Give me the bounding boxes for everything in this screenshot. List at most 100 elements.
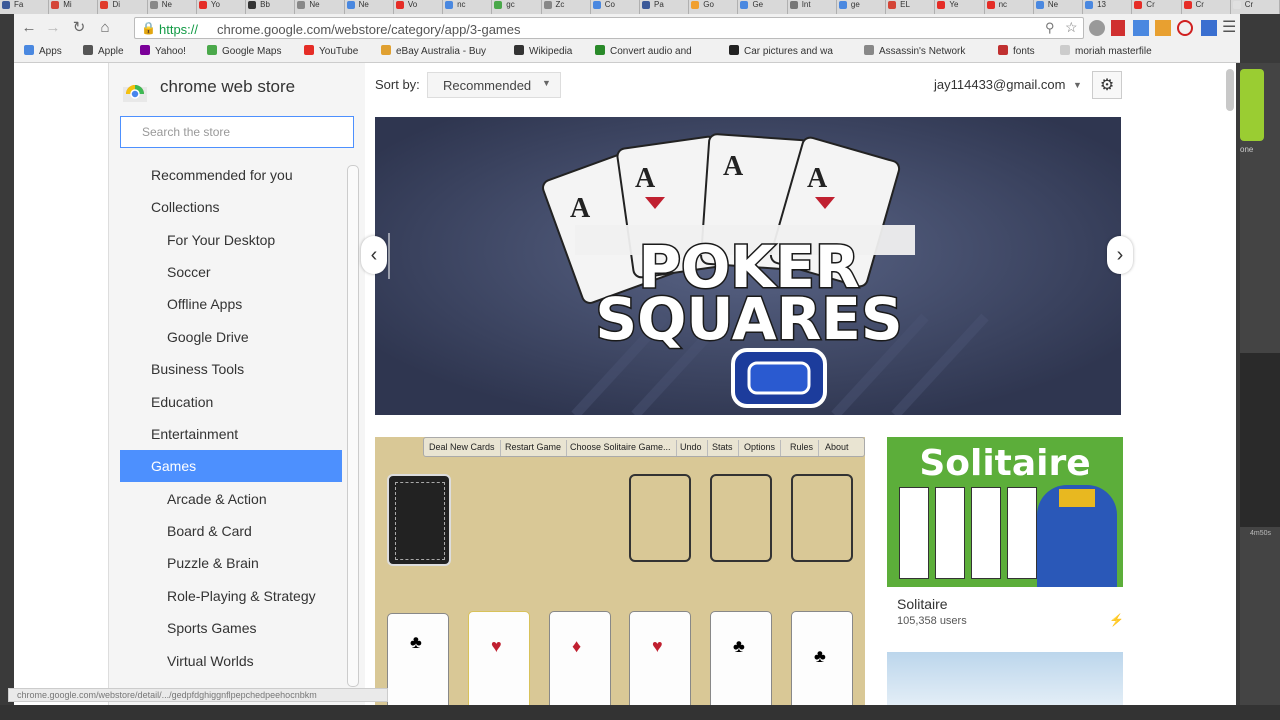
bookmark-item[interactable]: Yahoo! (140, 45, 186, 57)
app-tile-solitaire-game[interactable]: Deal New Cards Restart Game Choose Solit… (375, 437, 865, 705)
solitaire-toolbar-button[interactable]: Stats (707, 440, 739, 456)
browser-tab[interactable]: Ye (935, 0, 985, 14)
playing-card: ♥ (468, 611, 530, 705)
browser-tab[interactable]: Di (98, 0, 148, 14)
tab-label: Ge (752, 0, 764, 9)
back-icon[interactable]: ← (20, 19, 38, 37)
browser-tab[interactable]: Yo (196, 0, 247, 14)
browser-tab[interactable]: Vo (393, 0, 444, 14)
bookmark-item[interactable]: YouTube (304, 45, 358, 57)
browser-tab[interactable]: Ge (738, 0, 788, 14)
reload-icon[interactable]: ↻ (70, 19, 88, 37)
browser-tab[interactable]: Ne (295, 0, 345, 14)
browser-tab[interactable]: nc (443, 0, 493, 14)
browser-tab[interactable]: Cr (1132, 0, 1182, 14)
browser-tab[interactable]: Zc (541, 0, 591, 14)
bookmark-label: Yahoo! (155, 46, 186, 57)
browser-tab[interactable]: Cr (1181, 0, 1231, 14)
sidebar-scrollbar[interactable] (347, 165, 359, 687)
sort-select[interactable]: Recommended ▼ (427, 72, 561, 98)
menu-icon[interactable]: ☰ (1222, 17, 1236, 37)
solitaire-toolbar-button[interactable]: Restart Game (500, 440, 568, 456)
bookmark-item[interactable]: Wikipedia (514, 45, 572, 57)
extension-icon[interactable] (1155, 20, 1171, 36)
gear-icon[interactable]: ⚙ (1092, 71, 1122, 99)
page-scrollbar-thumb[interactable] (1226, 69, 1234, 111)
tab-favicon-icon (494, 1, 503, 9)
bookmark-item[interactable]: moriah masterfile (1060, 45, 1152, 57)
browser-tab[interactable]: Cr (1230, 0, 1280, 14)
nav-game-item[interactable]: Virtual Worlds (167, 653, 254, 669)
bookmark-item[interactable]: Google Maps (207, 45, 281, 57)
nav-games-selected[interactable]: Games (120, 450, 342, 482)
bookmark-item[interactable]: Assassin's Network (864, 45, 965, 57)
nav-collection-item[interactable]: Offline Apps (167, 296, 242, 312)
nav-collection-item[interactable]: Soccer (167, 264, 211, 280)
nav-recommended[interactable]: Recommended for you (151, 167, 293, 183)
bookmark-item[interactable]: eBay Australia - Buy (381, 45, 486, 57)
bookmark-item[interactable]: fonts (998, 45, 1035, 57)
browser-tab[interactable]: gc (492, 0, 542, 14)
extension-icon[interactable] (1133, 20, 1149, 36)
browser-tab[interactable]: ge (836, 0, 887, 14)
search-input[interactable]: Search the store (120, 116, 354, 148)
solitaire-toolbar-button[interactable]: Options (739, 440, 782, 456)
app-tile-solitaire-image[interactable]: Solitaire (887, 437, 1123, 587)
bookmark-item[interactable]: Car pictures and wa (729, 45, 833, 57)
browser-tab[interactable]: Fa (0, 0, 50, 14)
star-icon[interactable]: ☆ (1065, 19, 1078, 36)
extension-icon[interactable] (1089, 20, 1105, 36)
solitaire-toolbar-button[interactable]: Rules (785, 440, 820, 456)
carousel-prev-icon[interactable]: ‹ (361, 236, 387, 274)
browser-tab[interactable]: Ne (344, 0, 394, 14)
tab-label: Zc (555, 0, 565, 9)
app-tile[interactable] (887, 652, 1123, 705)
search-icon[interactable]: ⚲ (1045, 20, 1055, 36)
browser-tab[interactable]: Go (689, 0, 739, 14)
browser-tab[interactable]: EL (886, 0, 936, 14)
featured-banner[interactable]: AAAA POKER SQUARES (375, 117, 1121, 415)
lock-icon: 🔒 (141, 21, 156, 35)
extension-icon[interactable] (1111, 20, 1125, 36)
nav-game-item[interactable]: Role-Playing & Strategy (167, 588, 316, 604)
browser-tab[interactable]: Mi (49, 0, 99, 14)
browser-tab[interactable]: Pa (640, 0, 690, 14)
bookmark-item[interactable]: Apple (83, 45, 124, 57)
address-bar[interactable]: 🔒 https:// chrome.google.com/webstore/ca… (134, 17, 1084, 39)
bookmark-favicon-icon (729, 45, 739, 55)
bookmarks-bar: Apps Apple Yahoo! Google Maps YouTube eBay Au… (14, 42, 1240, 63)
nav-game-item[interactable]: Arcade & Action (167, 491, 267, 507)
bookmark-item[interactable]: Apps (24, 45, 62, 57)
solitaire-toolbar-button[interactable]: Deal New Cards (424, 440, 501, 456)
store-title[interactable]: chrome web store (160, 77, 295, 97)
nav-entertainment[interactable]: Entertainment (151, 426, 238, 442)
solitaire-toolbar-button[interactable]: About (820, 440, 854, 456)
nav-collection-item[interactable]: For Your Desktop (167, 232, 275, 248)
browser-tab[interactable]: Ne (147, 0, 197, 14)
nav-education[interactable]: Education (151, 394, 213, 410)
solitaire-toolbar-button[interactable]: Undo (675, 440, 708, 456)
browser-tab[interactable]: Co (590, 0, 640, 14)
browser-toolbar: ← → ↻ ⌂ 🔒 https:// chrome.google.com/web… (14, 14, 1240, 42)
bookmark-item[interactable]: Convert audio and (595, 45, 692, 57)
browser-tab[interactable]: 13 (1083, 0, 1133, 14)
browser-tab[interactable]: Int (787, 0, 837, 14)
extension-icon[interactable] (1177, 20, 1193, 36)
extension-icon[interactable] (1201, 20, 1217, 36)
nav-collection-item[interactable]: Google Drive (167, 329, 249, 345)
nav-game-item[interactable]: Puzzle & Brain (167, 555, 259, 571)
chevron-down-icon[interactable]: ▼ (1073, 80, 1082, 90)
carousel-next-icon[interactable]: › (1107, 236, 1133, 274)
forward-icon[interactable]: → (44, 19, 62, 37)
nav-game-item[interactable]: Sports Games (167, 620, 256, 636)
solitaire-toolbar-button[interactable]: Choose Solitaire Game... (565, 440, 677, 456)
browser-tab[interactable]: Bb (246, 0, 296, 14)
nav-game-item[interactable]: Board & Card (167, 523, 252, 539)
app-name[interactable]: Solitaire (897, 596, 948, 612)
account-email[interactable]: jay114433@gmail.com (934, 77, 1065, 92)
browser-tab[interactable]: Ne (1033, 0, 1084, 14)
nav-business-tools[interactable]: Business Tools (151, 361, 244, 377)
browser-tab[interactable]: nc (984, 0, 1034, 14)
home-icon[interactable]: ⌂ (96, 19, 114, 37)
nav-collections[interactable]: Collections (151, 199, 219, 215)
